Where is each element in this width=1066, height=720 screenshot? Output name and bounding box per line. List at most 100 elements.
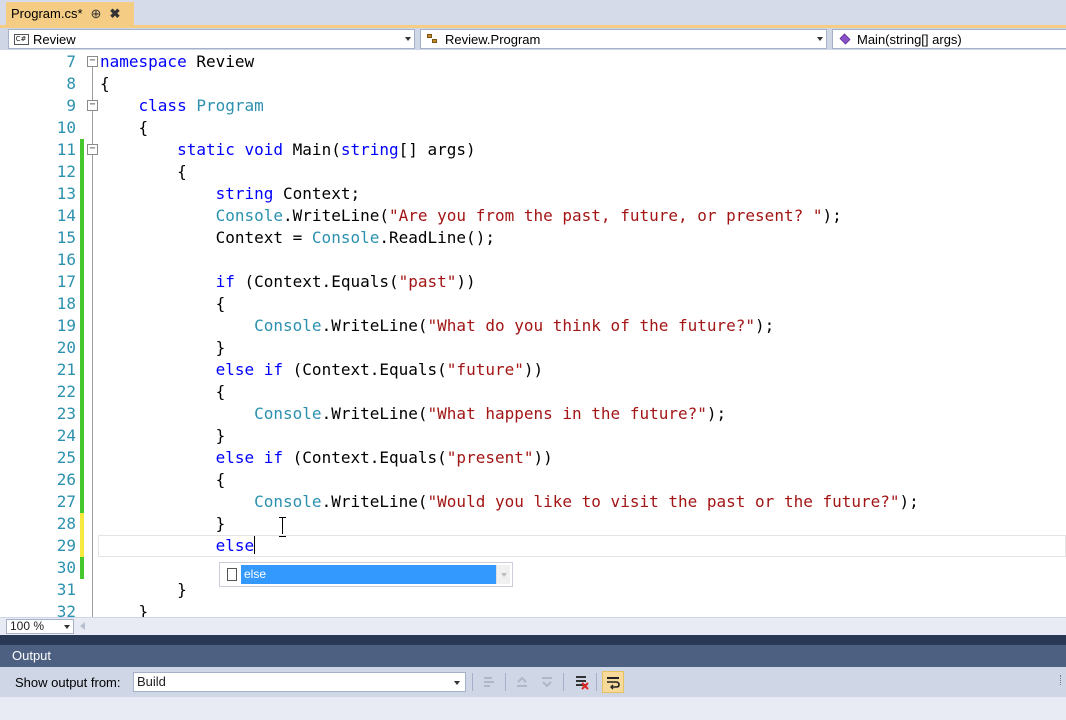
collapse-icon[interactable]: − <box>87 100 98 111</box>
output-source-dropdown[interactable]: Build <box>133 672 466 692</box>
code-line[interactable]: 14 Console.WriteLine("Are you from the p… <box>0 205 1066 227</box>
code-token: )) <box>523 360 544 379</box>
code-editor[interactable]: 7− namespace Review 8{9− class Program 10 {… <box>0 50 1066 617</box>
intellisense-completion-list[interactable]: else <box>219 562 513 587</box>
code-line[interactable]: 13 string Context; <box>0 183 1066 205</box>
tab-program-cs[interactable]: Program.cs* ⊕ ✖ <box>6 2 134 25</box>
line-number: 29 <box>56 536 76 555</box>
next-message-button[interactable] <box>536 671 558 693</box>
code-line[interactable]: 10 { <box>0 117 1066 139</box>
code-line[interactable]: 20 } <box>0 337 1066 359</box>
find-message-button[interactable] <box>479 671 501 693</box>
text-caret <box>254 536 256 554</box>
change-indicator <box>80 315 84 337</box>
code-text: } <box>100 601 149 617</box>
collapse-icon[interactable]: − <box>87 56 98 67</box>
project-dropdown[interactable]: C# Review <box>8 29 415 49</box>
pane-splitter[interactable] <box>0 635 1066 645</box>
code-token: (Context.Equals( <box>283 360 447 379</box>
code-line[interactable]: 16 <box>0 249 1066 271</box>
code-line[interactable]: 7− namespace Review <box>0 51 1066 73</box>
code-token: ); <box>899 492 919 511</box>
class-icon <box>425 32 441 46</box>
code-line[interactable]: 11− static void Main(string[] args) <box>0 139 1066 161</box>
type-dropdown[interactable]: Review.Program <box>420 29 827 49</box>
output-pane-header[interactable]: Output <box>0 645 1066 667</box>
code-line[interactable]: 15 Context = Console.ReadLine(); <box>0 227 1066 249</box>
horizontal-scrollbar[interactable] <box>78 621 1062 632</box>
toolbar-separator <box>472 673 473 691</box>
code-text: else if (Context.Equals("present")) <box>100 447 553 469</box>
output-text-area[interactable] <box>0 697 1066 720</box>
clear-all-button[interactable] <box>570 671 592 693</box>
toggle-word-wrap-button[interactable] <box>602 671 624 693</box>
code-line[interactable]: 19 Console.WriteLine("What do you think … <box>0 315 1066 337</box>
line-number: 16 <box>56 250 76 269</box>
zoom-dropdown[interactable]: 100 % <box>6 619 74 634</box>
code-line[interactable]: 8{ <box>0 73 1066 95</box>
toolbar-separator <box>563 673 564 691</box>
code-token: "Would you like to visit the past or the… <box>427 492 900 511</box>
code-token: Console <box>254 316 322 335</box>
code-line[interactable]: 9− class Program <box>0 95 1066 117</box>
code-token: { <box>100 74 110 93</box>
change-indicator <box>80 337 84 359</box>
completion-scrollbar[interactable] <box>496 565 510 584</box>
code-line[interactable]: 12 { <box>0 161 1066 183</box>
mouse-ibeam-cursor <box>279 517 287 537</box>
code-line[interactable]: 23 Console.WriteLine("What happens in th… <box>0 403 1066 425</box>
code-line[interactable]: 27 Console.WriteLine("Would you like to … <box>0 491 1066 513</box>
code-token: static <box>177 140 235 159</box>
change-indicator <box>80 535 84 557</box>
code-line[interactable]: 31 } <box>0 579 1066 601</box>
code-token: { <box>100 470 226 489</box>
code-text: namespace Review <box>100 51 254 73</box>
line-number: 28 <box>56 514 76 533</box>
code-line[interactable]: 24 } <box>0 425 1066 447</box>
change-indicator <box>80 513 84 535</box>
line-number: 30 <box>56 558 76 577</box>
code-line[interactable]: 21 else if (Context.Equals("future")) <box>0 359 1066 381</box>
code-token: .WriteLine( <box>321 492 428 511</box>
code-token: .ReadLine(); <box>379 228 495 247</box>
code-line[interactable]: 17 if (Context.Equals("past")) <box>0 271 1066 293</box>
code-token: if <box>215 272 235 291</box>
code-text: { <box>100 381 226 403</box>
code-line[interactable]: 30 <box>0 557 1066 579</box>
toolbar-separator <box>596 673 597 691</box>
code-token: string <box>340 140 399 159</box>
code-line[interactable]: 22 { <box>0 381 1066 403</box>
close-icon[interactable]: ✖ <box>109 6 120 22</box>
line-number: 9 <box>66 96 76 115</box>
code-line[interactable]: 32 } <box>0 601 1066 617</box>
code-token: else <box>215 448 255 467</box>
change-indicator <box>80 557 84 579</box>
line-number: 24 <box>56 426 76 445</box>
code-token: )) <box>533 448 553 467</box>
line-number: 32 <box>56 602 76 617</box>
tab-title: Program.cs* <box>11 6 83 21</box>
previous-message-button[interactable] <box>511 671 533 693</box>
code-line[interactable]: 29 else <box>0 535 1066 557</box>
code-line[interactable]: 28 } <box>0 513 1066 535</box>
member-dropdown[interactable]: Main(string[] args) <box>832 29 1066 49</box>
code-token: Context; <box>273 184 361 203</box>
code-token: "Are you from the past, future, or prese… <box>389 206 823 225</box>
collapse-icon[interactable]: − <box>87 144 98 155</box>
line-number: 26 <box>56 470 76 489</box>
zoom-value: 100 % <box>10 619 45 633</box>
code-line[interactable]: 25 else if (Context.Equals("present")) <box>0 447 1066 469</box>
scroll-left-icon[interactable] <box>80 622 85 630</box>
code-line[interactable]: 26 { <box>0 469 1066 491</box>
line-number: 13 <box>56 184 76 203</box>
change-indicator <box>80 403 84 425</box>
change-indicator <box>80 359 84 381</box>
pin-icon[interactable]: ⊕ <box>91 6 102 22</box>
completion-item[interactable]: else <box>223 565 496 584</box>
code-line[interactable]: 18 { <box>0 293 1066 315</box>
line-number: 17 <box>56 272 76 291</box>
code-text: { <box>100 161 187 183</box>
